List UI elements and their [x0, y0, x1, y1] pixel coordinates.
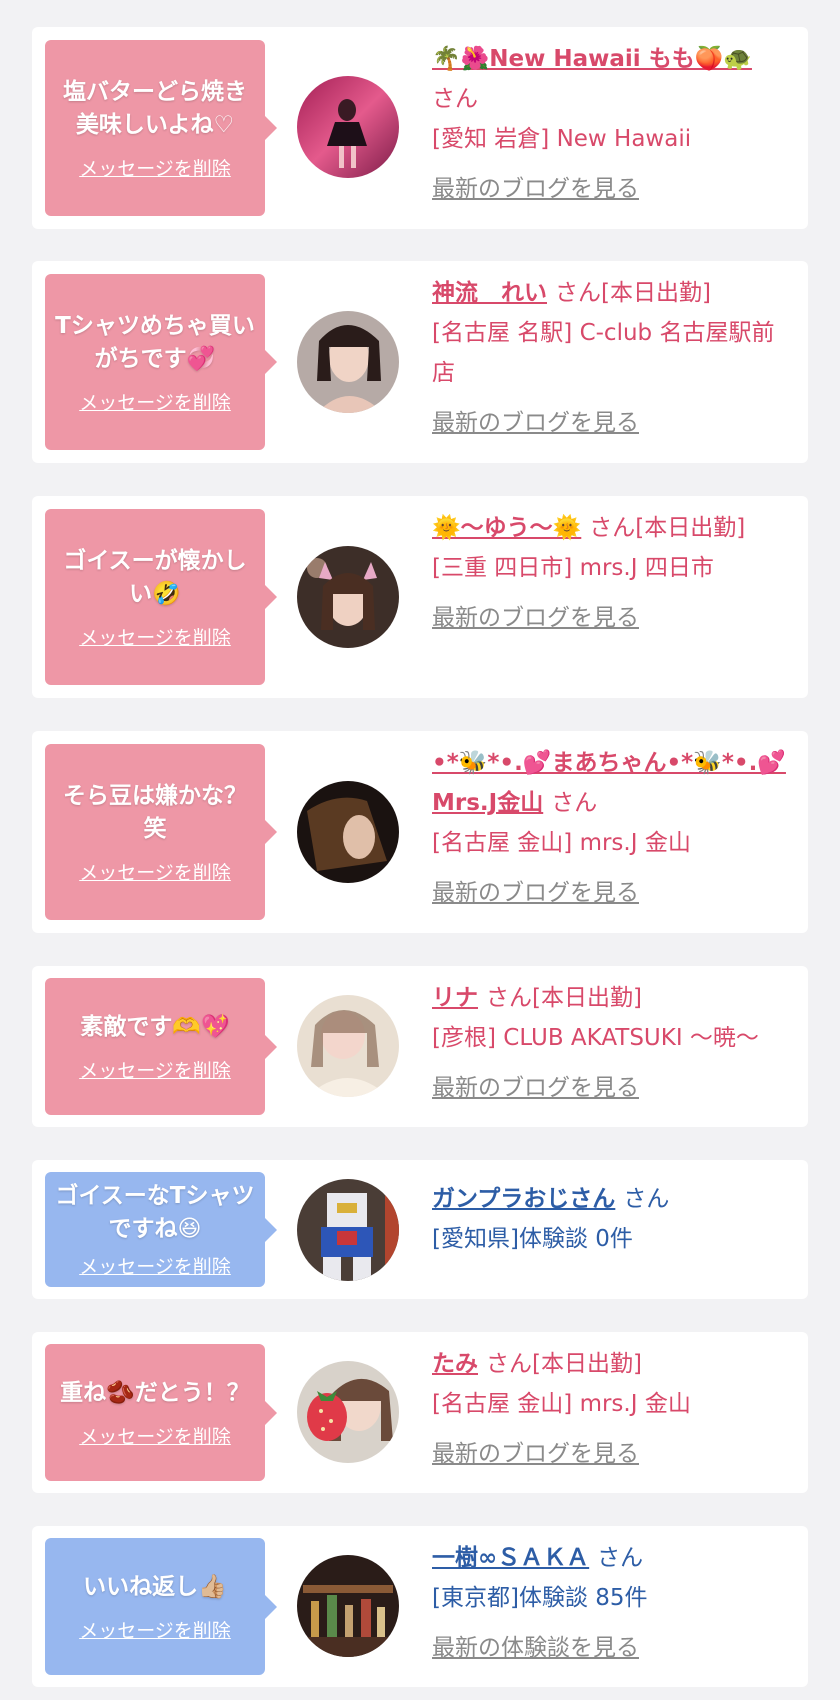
message-card: Tシャツめちゃ買いがちです💞 メッセージを削除 神流 れい さん[本日出勤] [名…: [32, 261, 808, 463]
message-text: ゴイスーが懐かしい🤣: [63, 547, 247, 607]
user-info: リナ さん[本日出勤] [彦根] CLUB AKATSUKI 〜暁〜 最新のブログ…: [432, 978, 794, 1108]
shop-info: [名古屋 名駅] C-club 名古屋駅前店: [432, 320, 775, 386]
message-card: 重ね🫘だとう！？ メッセージを削除 たみ さん[本日出勤] [名古屋 金山] mr…: [32, 1332, 808, 1493]
shop-info: [名古屋 金山] mrs.J 金山: [432, 1391, 691, 1417]
delete-message-link[interactable]: メッセージを削除: [79, 154, 231, 181]
san-label: さん: [589, 515, 636, 541]
message-text: そら豆は嫌かな？笑: [63, 782, 247, 842]
delete-message-link[interactable]: メッセージを削除: [79, 623, 231, 650]
user-name-link[interactable]: 🌴🌺New Hawaii もも🍑🐢: [432, 46, 752, 72]
user-info: 神流 れい さん[本日出勤] [名古屋 名駅] C-club 名古屋駅前店 最新の…: [432, 273, 794, 443]
message-bubble: 重ね🫘だとう！？ メッセージを削除: [45, 1344, 277, 1481]
avatar[interactable]: [297, 781, 399, 883]
attendance-status: [本日出勤]: [635, 515, 746, 541]
message-text: 素敵です🫶💖: [80, 1013, 230, 1040]
user-info: たみ さん[本日出勤] [名古屋 金山] mrs.J 金山 最新のブログを見る: [432, 1344, 794, 1474]
review-count-info: [愛知県]体験談 0件: [432, 1226, 633, 1252]
review-count-info: [東京都]体験談 85件: [432, 1585, 648, 1611]
avatar[interactable]: [297, 1361, 399, 1463]
user-name-link[interactable]: リナ: [432, 985, 478, 1011]
message-bubble: ゴイスーなTシャツですね😆 メッセージを削除: [45, 1172, 277, 1287]
san-label: さん: [486, 985, 532, 1011]
delete-message-link[interactable]: メッセージを削除: [79, 388, 231, 415]
message-text: 重ね🫘だとう！？: [60, 1379, 250, 1406]
shop-info: [愛知 岩倉] New Hawaii: [432, 126, 692, 152]
message-card: そら豆は嫌かな？笑 メッセージを削除 •*🐝*•.💕まあちゃん•*🐝*•.💕Mr…: [32, 731, 808, 933]
avatar[interactable]: [297, 76, 399, 178]
user-name-link[interactable]: 一樹∞ＳＡＫＡ: [432, 1545, 589, 1571]
user-name-link[interactable]: 神流 れい: [432, 280, 547, 306]
delete-message-link[interactable]: メッセージを削除: [79, 1056, 231, 1083]
avatar[interactable]: [297, 311, 399, 413]
latest-blog-link[interactable]: 最新のブログを見る: [432, 873, 794, 913]
latest-blog-link[interactable]: 最新のブログを見る: [432, 169, 794, 209]
delete-message-link[interactable]: メッセージを削除: [79, 1252, 231, 1279]
user-info: 🌴🌺New Hawaii もも🍑🐢 さん [愛知 岩倉] New Hawaii …: [432, 39, 794, 209]
user-name-link[interactable]: 🌞〜ゆう〜🌞: [432, 515, 581, 541]
user-info: 一樹∞ＳＡＫＡ さん [東京都]体験談 85件 最新の体験談を見る: [432, 1538, 794, 1668]
message-card: 素敵です🫶💖 メッセージを削除 リナ さん[本日出勤] [彦根] CLUB AKA…: [32, 966, 808, 1127]
san-label: さん: [555, 280, 601, 306]
shop-info: [三重 四日市] mrs.J 四日市: [432, 555, 714, 581]
message-bubble: 素敵です🫶💖 メッセージを削除: [45, 978, 277, 1115]
message-text: ゴイスーなTシャツですね😆: [55, 1183, 255, 1242]
san-label: さん: [551, 790, 598, 816]
latest-blog-link[interactable]: 最新のブログを見る: [432, 1068, 794, 1108]
message-bubble: ゴイスーが懐かしい🤣 メッセージを削除: [45, 509, 277, 685]
message-card: ゴイスーなTシャツですね😆 メッセージを削除 ガンプラおじさん さん [愛知県]体…: [32, 1160, 808, 1299]
delete-message-link[interactable]: メッセージを削除: [79, 1422, 231, 1449]
message-card: いいね返し👍🏼 メッセージを削除 一樹∞ＳＡＫＡ さん [東京都]体験談 85件 …: [32, 1526, 808, 1687]
message-bubble: Tシャツめちゃ買いがちです💞 メッセージを削除: [45, 274, 277, 450]
user-name-link[interactable]: •*🐝*•.💕まあちゃん•*🐝*•.💕Mrs.J金山: [432, 750, 786, 816]
user-name-link[interactable]: ガンプラおじさん: [432, 1186, 615, 1212]
attendance-status: [本日出勤]: [532, 1351, 642, 1377]
delete-message-link[interactable]: メッセージを削除: [79, 1616, 231, 1643]
shop-info: [名古屋 金山] mrs.J 金山: [432, 830, 691, 856]
message-text: いいね返し👍🏼: [83, 1573, 227, 1600]
user-info: ガンプラおじさん さん [愛知県]体験談 0件: [432, 1179, 794, 1259]
shop-info: [彦根] CLUB AKATSUKI 〜暁〜: [432, 1025, 759, 1051]
avatar[interactable]: [297, 546, 399, 648]
attendance-status: [本日出勤]: [601, 280, 711, 306]
user-info: 🌞〜ゆう〜🌞 さん[本日出勤] [三重 四日市] mrs.J 四日市 最新のブログ…: [432, 508, 794, 638]
avatar[interactable]: [297, 995, 399, 1097]
attendance-status: [本日出勤]: [532, 985, 642, 1011]
message-text: Tシャツめちゃ買いがちです💞: [55, 312, 255, 372]
message-bubble: 塩バターどら焼き美味しいよね♡ メッセージを削除: [45, 40, 277, 216]
user-name-link[interactable]: たみ: [432, 1351, 478, 1377]
message-bubble: いいね返し👍🏼 メッセージを削除: [45, 1538, 277, 1675]
latest-blog-link[interactable]: 最新のブログを見る: [432, 1434, 794, 1474]
latest-blog-link[interactable]: 最新のブログを見る: [432, 403, 794, 443]
san-label: さん: [432, 86, 478, 112]
latest-blog-link[interactable]: 最新のブログを見る: [432, 598, 794, 638]
latest-reviews-link[interactable]: 最新の体験談を見る: [432, 1628, 794, 1668]
message-bubble: そら豆は嫌かな？笑 メッセージを削除: [45, 744, 277, 920]
message-card: ゴイスーが懐かしい🤣 メッセージを削除 🌞〜ゆう〜🌞 さん[本日出勤] [三重 四…: [32, 496, 808, 698]
avatar[interactable]: [297, 1179, 399, 1281]
san-label: さん: [597, 1545, 644, 1571]
message-card: 塩バターどら焼き美味しいよね♡ メッセージを削除 🌴🌺New Hawaii もも…: [32, 27, 808, 229]
avatar[interactable]: [297, 1555, 399, 1657]
san-label: さん: [623, 1186, 670, 1212]
user-info: •*🐝*•.💕まあちゃん•*🐝*•.💕Mrs.J金山 さん [名古屋 金山] mr…: [432, 743, 794, 913]
message-text: 塩バターどら焼き美味しいよね♡: [63, 78, 247, 138]
san-label: さん: [486, 1351, 532, 1377]
delete-message-link[interactable]: メッセージを削除: [79, 858, 231, 885]
